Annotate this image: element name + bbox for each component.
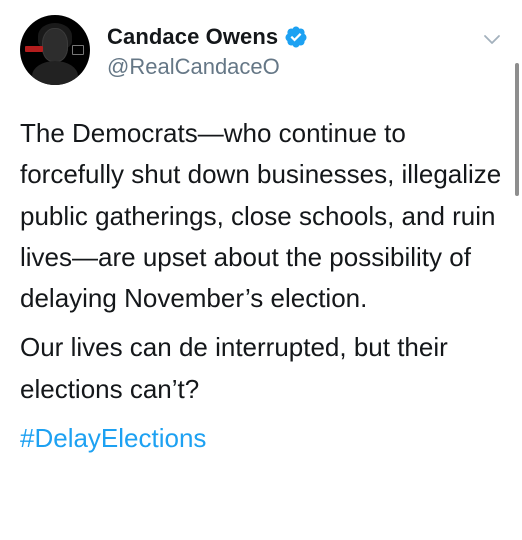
display-name[interactable]: Candace Owens	[107, 24, 278, 50]
scrollbar[interactable]	[515, 63, 519, 196]
avatar-badge-left	[25, 46, 43, 52]
avatar-badge-right	[72, 45, 84, 55]
verified-badge-icon	[285, 26, 307, 48]
author-name-row[interactable]: Candace Owens	[107, 24, 308, 50]
tweet-paragraph-1: The Democrats—who continue to forcefully…	[20, 118, 502, 314]
tweet-body: The Democrats—who continue to forcefully…	[20, 113, 505, 459]
hashtag-link[interactable]: #DelayElections	[20, 418, 505, 459]
tweet-paragraph-2: Our lives can de interrupted, but their …	[20, 332, 448, 404]
author-handle[interactable]: @RealCandaceO	[107, 54, 280, 80]
chevron-down-icon[interactable]	[481, 28, 503, 50]
avatar-face	[42, 28, 68, 62]
avatar-shoulders	[32, 61, 78, 85]
avatar[interactable]	[20, 15, 90, 85]
